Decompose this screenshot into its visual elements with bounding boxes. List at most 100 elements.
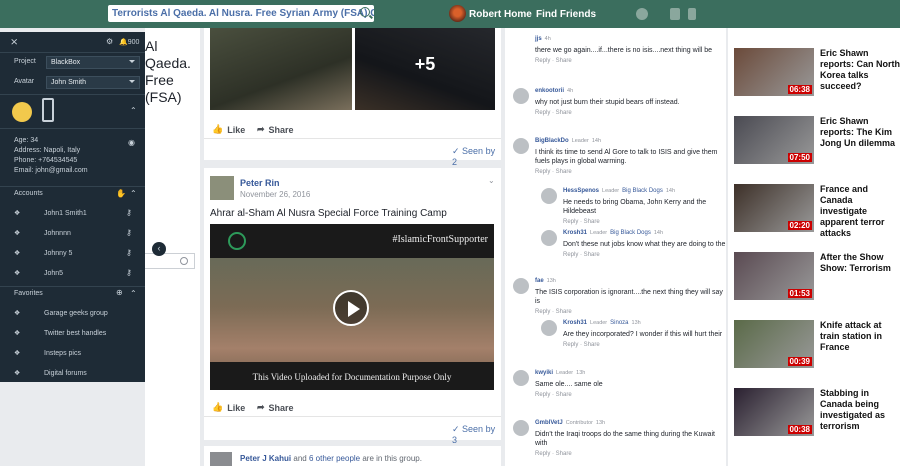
profile-avatar[interactable] bbox=[449, 5, 466, 22]
commenter-name[interactable]: kwyiki bbox=[535, 370, 553, 376]
avatar-select[interactable]: John Smith bbox=[46, 76, 140, 89]
comment-actions[interactable]: Reply · Share bbox=[563, 251, 726, 260]
search-input[interactable]: Terrorists Al Qaeda. Al Nusra. Free Syri… bbox=[108, 5, 374, 22]
friend-requests-icon[interactable] bbox=[670, 8, 680, 20]
account-name: John1 Smith1 bbox=[44, 210, 87, 217]
notification-bell-icon[interactable]: 🔔900 bbox=[119, 38, 139, 46]
like-button[interactable]: 👍 Like bbox=[212, 402, 245, 413]
video-player[interactable]: #IslamicFrontSupporter This Video Upload… bbox=[210, 224, 494, 390]
commenter-name[interactable]: jjs bbox=[535, 36, 542, 42]
favorite-item[interactable]: ❖ Garage geeks group bbox=[0, 306, 145, 324]
comment-actions[interactable]: Reply · Share bbox=[535, 450, 726, 459]
account-item[interactable]: ❖ Johnny 5 ⚷ bbox=[0, 246, 145, 264]
search-icon[interactable] bbox=[360, 7, 370, 17]
settings-icon[interactable]: ⚙ bbox=[106, 37, 113, 46]
commenter-name[interactable]: enkootorii bbox=[535, 88, 564, 94]
account-item[interactable]: ❖ John5 ⚷ bbox=[0, 266, 145, 284]
chevron-down-icon[interactable]: ⌄ bbox=[488, 176, 495, 185]
commenter-avatar[interactable] bbox=[513, 278, 529, 294]
comment-actions[interactable]: Reply · Share bbox=[563, 218, 726, 227]
author-avatar[interactable] bbox=[210, 452, 232, 466]
commenter-avatar[interactable] bbox=[541, 320, 557, 336]
news-title[interactable]: Knife attack at train station in France bbox=[820, 320, 900, 353]
news-title[interactable]: France and Canada investigate apparent t… bbox=[820, 184, 900, 239]
commenter-name[interactable]: BigBlackDo bbox=[535, 138, 569, 144]
news-item[interactable]: 02:20 France and Canada investigate appar… bbox=[734, 184, 898, 240]
comment-actions[interactable]: Reply · Share bbox=[535, 109, 726, 118]
key-icon[interactable]: ⚷ bbox=[126, 268, 132, 277]
home-link[interactable]: Home bbox=[504, 9, 532, 20]
find-friends-link[interactable]: Find Friends bbox=[536, 9, 596, 20]
news-item[interactable]: 06:38 Eric Shawn reports: Can North Korea… bbox=[734, 48, 900, 104]
commenter-name[interactable]: Krosh31 bbox=[563, 320, 587, 326]
share-button[interactable]: ➦ Share bbox=[257, 124, 294, 135]
project-select[interactable]: BlackBox bbox=[46, 56, 140, 69]
seen-by-indicator[interactable]: ✓ Seen by 2 bbox=[452, 146, 501, 167]
globe-icon[interactable] bbox=[636, 8, 648, 20]
favorite-item[interactable]: ❖ Twitter best handles bbox=[0, 326, 145, 344]
news-thumbnail[interactable]: 00:38 bbox=[734, 388, 814, 436]
collapse-panel-button[interactable]: ‹ bbox=[152, 242, 166, 256]
chevron-up-icon[interactable]: ⌃ bbox=[130, 289, 137, 298]
commenter-avatar[interactable] bbox=[541, 188, 557, 204]
play-icon[interactable] bbox=[333, 290, 369, 326]
news-thumbnail[interactable]: 01:53 bbox=[734, 252, 814, 300]
commenter-avatar[interactable] bbox=[541, 230, 557, 246]
news-thumbnail[interactable]: 02:20 bbox=[734, 184, 814, 232]
commenter-avatar[interactable] bbox=[513, 138, 529, 154]
account-item[interactable]: ❖ Johnnnn ⚷ bbox=[0, 226, 145, 244]
post-date[interactable]: November 26, 2016 bbox=[240, 190, 310, 199]
commenter-name[interactable]: HessSpenos bbox=[563, 188, 599, 194]
news-title[interactable]: Eric Shawn reports: Can North Korea talk… bbox=[820, 48, 900, 92]
news-item[interactable]: 07:50 Eric Shawn reports: The Kim Jong Un… bbox=[734, 116, 898, 172]
chevron-up-icon[interactable]: ⌃ bbox=[130, 189, 137, 198]
news-item[interactable]: 00:39 Knife attack at train station in Fr… bbox=[734, 320, 898, 376]
reply-to-name[interactable]: Sinoza bbox=[610, 320, 628, 326]
key-icon[interactable]: ⚷ bbox=[126, 208, 132, 217]
favorite-item[interactable]: ❖ Insteps pics bbox=[0, 346, 145, 364]
author-avatar[interactable] bbox=[210, 176, 234, 200]
comment-actions[interactable]: Reply · Share bbox=[535, 168, 726, 177]
add-icon[interactable]: ⊕ bbox=[116, 288, 123, 297]
comment-actions[interactable]: Reply · Share bbox=[535, 57, 726, 66]
chevron-up-icon[interactable]: ⌃ bbox=[130, 106, 137, 115]
news-thumbnail[interactable]: 06:38 bbox=[734, 48, 814, 96]
comment-actions[interactable]: Reply · Share bbox=[563, 341, 726, 350]
news-thumbnail[interactable]: 07:50 bbox=[734, 116, 814, 164]
post-author[interactable]: Peter Rin bbox=[240, 178, 280, 188]
commenter-name[interactable]: Krosh31 bbox=[563, 230, 587, 236]
news-item[interactable]: 00:38 Stabbing in Canada being investigat… bbox=[734, 388, 898, 444]
profile-name-link[interactable]: Robert bbox=[469, 9, 501, 20]
commenter-avatar[interactable] bbox=[513, 370, 529, 386]
key-icon[interactable]: ⚷ bbox=[126, 248, 132, 257]
favorite-icon: ❖ bbox=[14, 310, 21, 317]
comment-header: enkootorii 4h bbox=[535, 86, 726, 96]
share-button[interactable]: ➦ Share bbox=[257, 402, 294, 413]
post-photo-more[interactable]: +5 bbox=[355, 28, 495, 110]
favorite-item[interactable]: ❖ Digital forums bbox=[0, 366, 145, 384]
comment-header: kwyiki Leader 13h bbox=[535, 368, 726, 378]
commenter-avatar[interactable] bbox=[513, 88, 529, 104]
news-item[interactable]: 01:53 After the Show Show: Terrorism bbox=[734, 252, 898, 308]
reply-to-name[interactable]: Big Black Dogs bbox=[622, 188, 663, 194]
key-icon[interactable]: ⚷ bbox=[126, 228, 132, 237]
group-search-input[interactable] bbox=[145, 253, 195, 269]
commenter-badge: Leader bbox=[602, 188, 620, 194]
commenter-avatar[interactable] bbox=[513, 420, 529, 436]
hand-icon[interactable]: ✋ bbox=[116, 189, 126, 198]
comment-actions[interactable]: Reply · Share bbox=[535, 308, 726, 317]
reply-to-name[interactable]: Big Black Dogs bbox=[610, 230, 651, 236]
post-photo[interactable] bbox=[210, 28, 352, 110]
news-title[interactable]: Eric Shawn reports: The Kim Jong Un dile… bbox=[820, 116, 900, 149]
commenter-name[interactable]: GmblVetJ bbox=[535, 420, 563, 426]
news-thumbnail[interactable]: 00:39 bbox=[734, 320, 814, 368]
account-item[interactable]: ❖ John1 Smith1 ⚷ bbox=[0, 206, 145, 224]
comment-actions[interactable]: Reply · Share bbox=[535, 391, 726, 400]
news-title[interactable]: After the Show Show: Terrorism bbox=[820, 252, 900, 274]
like-button[interactable]: 👍 Like bbox=[212, 124, 245, 135]
commenter-name[interactable]: fae bbox=[535, 278, 544, 284]
fingerprint-icon[interactable]: ◉ bbox=[128, 138, 135, 147]
news-title[interactable]: Stabbing in Canada being investigated as… bbox=[820, 388, 900, 432]
seen-by-indicator[interactable]: ✓ Seen by 3 bbox=[452, 424, 501, 445]
notifications-icon[interactable] bbox=[688, 8, 696, 20]
